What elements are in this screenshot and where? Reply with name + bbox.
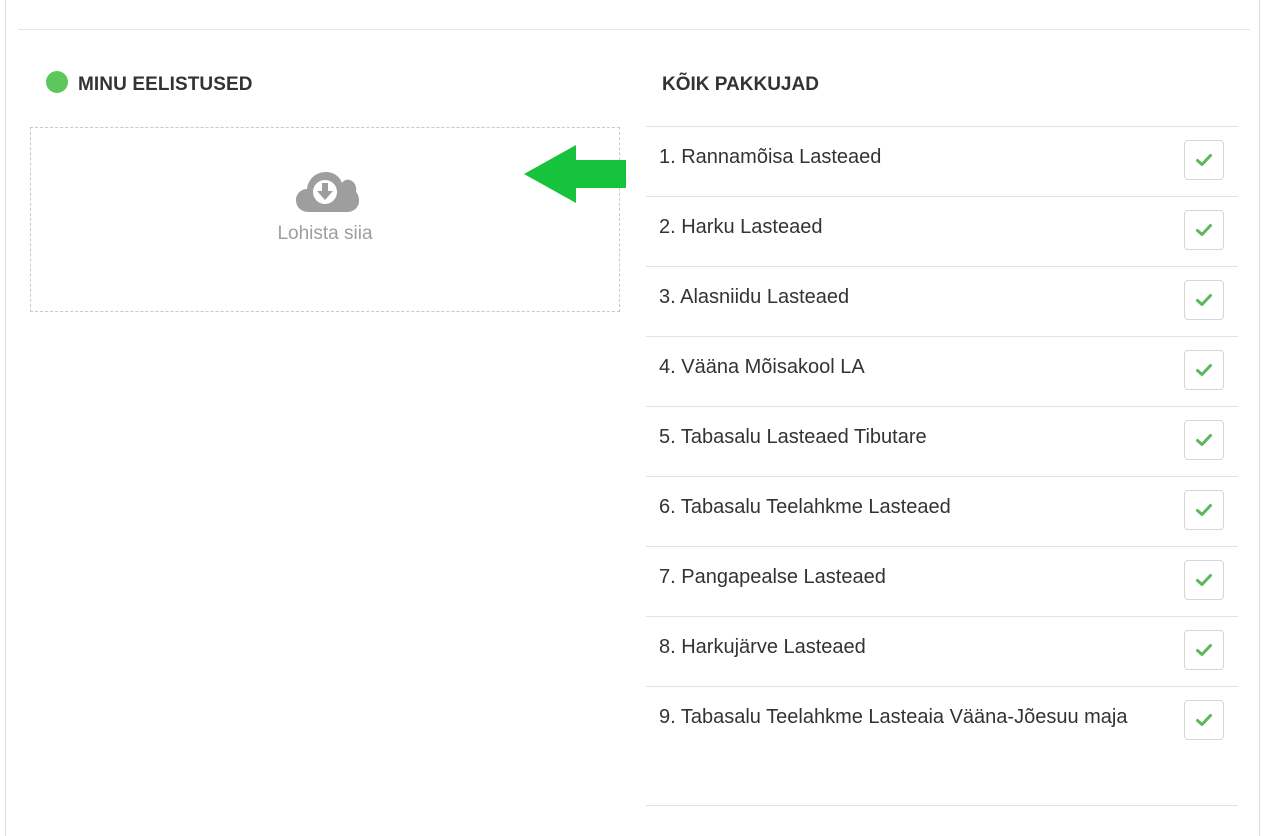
select-provider-button[interactable] [1184,560,1224,600]
check-icon [1196,154,1212,166]
select-provider-button[interactable] [1184,350,1224,390]
dropzone-label: Lohista siia [277,223,373,244]
check-icon [1196,574,1212,586]
check-icon [1196,714,1212,726]
check-icon [1196,434,1212,446]
provider-name: 5. Tabasalu Lasteaed Tibutare [659,426,927,448]
preferences-title: MINU EELISTUSED [78,74,253,95]
provider-row[interactable]: 5. Tabasalu Lasteaed Tibutare [646,407,1238,477]
check-icon [1196,504,1212,516]
provider-name: 9. Tabasalu Teelahkme Lasteaia Vääna-Jõe… [659,706,1128,728]
provider-name: 2. Harku Lasteaed [659,216,823,238]
provider-row[interactable]: 2. Harku Lasteaed [646,197,1238,267]
provider-row[interactable]: 9. Tabasalu Teelahkme Lasteaia Vääna-Jõe… [646,687,1238,806]
provider-name: 3. Alasniidu Lasteaed [659,286,850,308]
select-provider-button[interactable] [1184,280,1224,320]
check-icon [1196,364,1212,376]
provider-row[interactable]: 6. Tabasalu Teelahkme Lasteaed [646,477,1238,547]
providers-list: 1. Rannamõisa Lasteaed 2. Harku Lasteaed… [646,126,1238,806]
select-provider-button[interactable] [1184,630,1224,670]
select-provider-button[interactable] [1184,420,1224,460]
select-provider-button[interactable] [1184,490,1224,530]
provider-row[interactable]: 4. Vääna Mõisakool LA [646,337,1238,407]
provider-name: 6. Tabasalu Teelahkme Lasteaed [659,496,951,518]
check-icon [1196,294,1212,306]
select-provider-button[interactable] [1184,210,1224,250]
select-provider-button[interactable] [1184,140,1224,180]
select-provider-button[interactable] [1184,700,1224,740]
provider-name: 7. Pangapealse Lasteaed [659,566,886,588]
check-icon [1196,224,1212,236]
cloud-download-icon [296,172,359,212]
provider-row[interactable]: 3. Alasniidu Lasteaed [646,267,1238,337]
provider-row[interactable]: 1. Rannamõisa Lasteaed [646,127,1238,197]
preferences-heading: MINU EELISTUSED [46,70,253,100]
page: MINU EELISTUSED Lohista siia KÕIK PAKKUJ… [0,0,1268,836]
provider-row[interactable]: 8. Harkujärve Lasteaed [646,617,1238,687]
provider-name: 8. Harkujärve Lasteaed [659,636,866,658]
provider-name: 1. Rannamõisa Lasteaed [659,146,882,168]
top-divider [18,29,1250,30]
providers-title: KÕIK PAKKUJAD [662,74,819,95]
check-icon [1196,644,1212,656]
status-dot-icon [46,71,68,93]
frame-left-border [5,0,6,836]
frame-right-border [1259,0,1260,836]
arrow-left-icon [524,145,626,203]
provider-row[interactable]: 7. Pangapealse Lasteaed [646,547,1238,617]
provider-name: 4. Vääna Mõisakool LA [659,356,865,378]
